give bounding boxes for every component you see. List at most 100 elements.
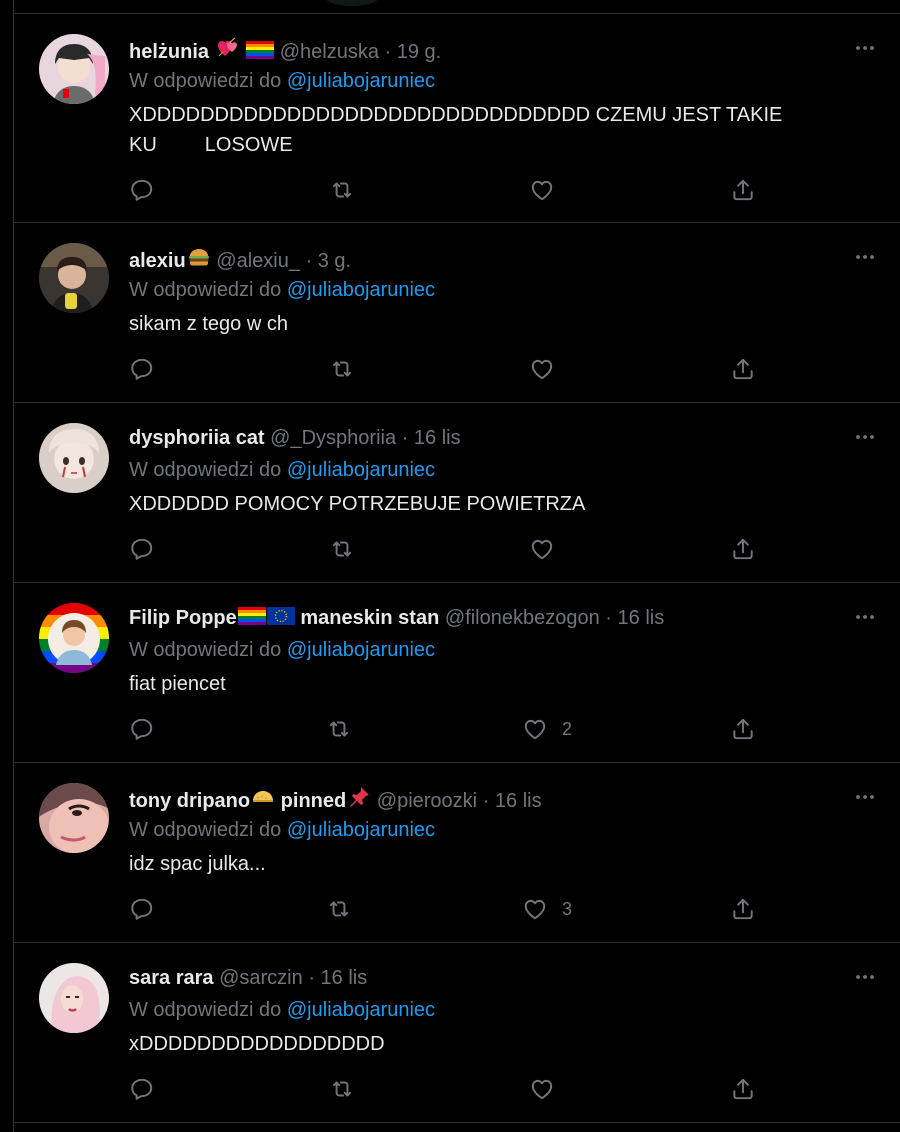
reply-icon[interactable]: [129, 175, 155, 205]
eu-flag-icon: [267, 606, 295, 626]
reply-to-link[interactable]: @juliabojaruniec: [287, 459, 435, 481]
reply-to-link[interactable]: @juliabojaruniec: [287, 70, 435, 92]
reply-icon[interactable]: [129, 534, 155, 564]
retweet-icon[interactable]: [329, 175, 355, 205]
retweet-icon[interactable]: [326, 714, 352, 744]
reply-context: W odpowiedzi do @juliabojaruniec: [129, 68, 435, 94]
tweet-actions: 3: [129, 894, 900, 924]
tweet-2[interactable]: alexiu @alexiu_ · 3 g. W odpowiedzi do @…: [14, 223, 900, 403]
like-icon[interactable]: [529, 354, 569, 384]
tweet-time[interactable]: 16 lis: [321, 967, 368, 989]
burger-icon: [187, 245, 211, 269]
more-icon[interactable]: [853, 245, 877, 269]
avatar[interactable]: [39, 963, 109, 1033]
more-icon[interactable]: [853, 785, 877, 809]
like-icon[interactable]: [529, 534, 569, 564]
reply-prefix: W odpowiedzi do: [129, 279, 282, 301]
like-icon[interactable]: 2: [522, 714, 572, 744]
share-icon[interactable]: [730, 534, 756, 564]
tweet-header: helżunia @helzuska · 19 g.: [129, 36, 841, 63]
tweet-text-line: XDDDDDDDDDDDDDDDDDDDDDDDDDDDDDDD CZEMU J…: [129, 104, 783, 126]
author-name[interactable]: Filip Poppe: [129, 607, 237, 629]
tweet-actions: [129, 354, 900, 384]
reply-icon[interactable]: [129, 714, 155, 744]
tweet-time[interactable]: 3 g.: [318, 250, 351, 272]
tweet-time[interactable]: 16 lis: [414, 427, 461, 449]
retweet-icon[interactable]: [329, 1074, 355, 1104]
author-name[interactable]: sara rara: [129, 967, 214, 989]
avatar[interactable]: [39, 603, 109, 673]
avatar[interactable]: [39, 423, 109, 493]
pushpin-icon: [347, 785, 371, 809]
author-handle[interactable]: @filonekbezogon: [445, 607, 600, 629]
share-icon[interactable]: [730, 1074, 756, 1104]
reply-to-link[interactable]: @juliabojaruniec: [287, 279, 435, 301]
avatar[interactable]: [39, 783, 109, 853]
separator-dot: ·: [305, 250, 313, 272]
reply-context: W odpowiedzi do @juliabojaruniec: [129, 637, 435, 663]
tweet-5[interactable]: tony dripano pinned @pieroozki · 16 lis …: [14, 763, 900, 943]
author-name-suffix[interactable]: pinned: [281, 790, 347, 812]
reply-context: W odpowiedzi do @juliabojaruniec: [129, 457, 435, 483]
retweet-icon[interactable]: [326, 894, 352, 924]
author-handle[interactable]: @_Dysphoriia: [270, 427, 396, 449]
tweet-3[interactable]: dysphoriia cat @_Dysphoriia · 16 lis W o…: [14, 403, 900, 583]
reply-to-link[interactable]: @juliabojaruniec: [287, 819, 435, 841]
author-handle[interactable]: @sarczin: [219, 967, 303, 989]
pie-icon: [251, 785, 275, 809]
avatar[interactable]: [39, 34, 109, 104]
text-part: KU: [129, 134, 157, 156]
tweet-time[interactable]: 16 lis: [495, 790, 542, 812]
reply-to-link[interactable]: @juliabojaruniec: [287, 999, 435, 1021]
share-icon[interactable]: [730, 354, 756, 384]
tweet-text: XDDDDDD POMOCY POTRZEBUJE POWIETRZA: [129, 493, 586, 515]
tweet-6[interactable]: sara rara @sarczin · 16 lis W odpowiedzi…: [14, 943, 900, 1123]
avatar[interactable]: [39, 243, 109, 313]
retweet-icon[interactable]: [329, 534, 355, 564]
share-icon[interactable]: [730, 714, 756, 744]
tweet-text-line: KU LOSOWE: [129, 130, 849, 160]
author-name[interactable]: helżunia: [129, 41, 209, 63]
author-handle[interactable]: @alexiu_: [216, 250, 300, 272]
tweet-1[interactable]: helżunia @helzuska · 19 g. W odpowiedzi …: [14, 14, 900, 223]
author-handle[interactable]: @pieroozki: [377, 790, 477, 812]
reply-prefix: W odpowiedzi do: [129, 459, 282, 481]
partial-avatar-top: [324, 0, 380, 6]
separator-dot: ·: [308, 967, 315, 989]
tweet-header: Filip Poppe maneskin stan @filonekbezogo…: [129, 605, 841, 631]
tweet-header: tony dripano pinned @pieroozki · 16 lis: [129, 785, 841, 812]
more-icon[interactable]: [853, 36, 877, 60]
reply-context: W odpowiedzi do @juliabojaruniec: [129, 817, 435, 843]
tweet-text: idz spac julka...: [129, 853, 266, 875]
author-name[interactable]: alexiu: [129, 250, 186, 272]
retweet-icon[interactable]: [329, 354, 355, 384]
author-name[interactable]: dysphoriia cat: [129, 427, 265, 449]
reply-icon[interactable]: [129, 1074, 155, 1104]
author-handle[interactable]: @helzuska: [280, 41, 379, 63]
reply-to-link[interactable]: @juliabojaruniec: [287, 639, 435, 661]
separator-dot: ·: [482, 790, 490, 812]
author-name-suffix[interactable]: maneskin stan: [300, 607, 439, 629]
tweet-4[interactable]: Filip Poppe maneskin stan @filonekbezogo…: [14, 583, 900, 763]
reply-prefix: W odpowiedzi do: [129, 70, 282, 92]
separator-dot: ·: [605, 607, 612, 629]
reply-icon[interactable]: [129, 894, 155, 924]
tweet-text: XDDDDDDDDDDDDDDDDDDDDDDDDDDDDDDD CZEMU J…: [129, 100, 849, 160]
tweet-time[interactable]: 19 g.: [397, 41, 441, 63]
text-part: LOSOWE: [204, 134, 293, 156]
like-count: 2: [562, 718, 573, 739]
tweet-time[interactable]: 16 lis: [618, 607, 665, 629]
more-icon[interactable]: [853, 965, 877, 989]
separator-dot: ·: [384, 41, 392, 63]
rainbow-flag-icon: [246, 40, 274, 60]
share-icon[interactable]: [730, 894, 756, 924]
tweet-header: dysphoriia cat @_Dysphoriia · 16 lis: [129, 425, 841, 451]
more-icon[interactable]: [853, 425, 877, 449]
more-icon[interactable]: [853, 605, 877, 629]
reply-icon[interactable]: [129, 354, 155, 384]
share-icon[interactable]: [730, 175, 756, 205]
like-icon[interactable]: [529, 1074, 569, 1104]
like-icon[interactable]: 3: [522, 894, 572, 924]
author-name[interactable]: tony dripano: [129, 790, 250, 812]
like-icon[interactable]: [529, 175, 569, 205]
